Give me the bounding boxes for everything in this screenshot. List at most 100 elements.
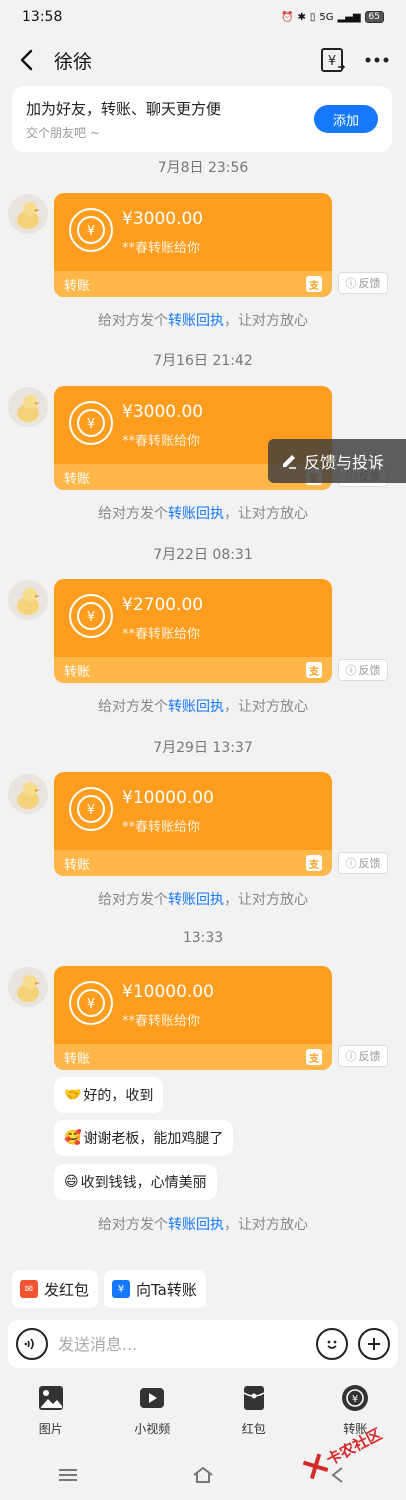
receipt-link[interactable]: 转账回执 bbox=[168, 699, 224, 715]
receipt-suffix: ，让对方放心 bbox=[224, 1217, 308, 1233]
red-packet-tool-button[interactable]: 红包 bbox=[214, 1384, 294, 1450]
more-icon[interactable] bbox=[362, 45, 392, 75]
info-icon: ⓘ bbox=[345, 1050, 357, 1063]
battery-icon: 65 bbox=[364, 11, 384, 23]
receipt-hint: 给对方发个转账回执，让对方放心 bbox=[0, 310, 406, 330]
feedback-complaint-button[interactable]: 反馈与投诉 bbox=[268, 439, 406, 483]
alarm-icon: ⏰ bbox=[280, 11, 294, 23]
message-timestamp: 7月22日 08:31 bbox=[153, 547, 253, 563]
photo-label: 图片 bbox=[38, 1422, 63, 1436]
receipt-link[interactable]: 转账回执 bbox=[168, 506, 224, 522]
message-input-bar bbox=[8, 1320, 398, 1368]
transfer-note: **春转账给你 bbox=[122, 434, 201, 449]
image-icon bbox=[37, 1384, 65, 1412]
reply-bubble[interactable]: 🤝 好的，收到 bbox=[54, 1077, 164, 1113]
info-icon: ⓘ bbox=[345, 277, 357, 290]
signal-icon: ▂▄▆ bbox=[337, 11, 361, 23]
chat-header: 徐徐 ¥ bbox=[0, 38, 406, 82]
message-timestamp: 7月29日 13:37 bbox=[153, 740, 253, 756]
svg-text:¥: ¥ bbox=[352, 1394, 358, 1405]
receipt-suffix: ，让对方放心 bbox=[224, 699, 308, 715]
plus-icon[interactable] bbox=[358, 1328, 390, 1360]
receipt-hint: 给对方发个转账回执，让对方放心 bbox=[0, 503, 406, 523]
transfer-card[interactable]: ¥ ¥10000.00 **春转账给你 转账 支 bbox=[54, 772, 332, 876]
info-icon: ⓘ bbox=[345, 857, 357, 870]
back-icon[interactable] bbox=[14, 48, 38, 72]
transfer-icon: ¥ bbox=[112, 1280, 130, 1298]
alipay-icon: 支 bbox=[306, 662, 322, 678]
svg-text:¥: ¥ bbox=[87, 224, 95, 239]
transfer-coin-icon: ¥ bbox=[69, 981, 113, 1025]
transfer-amount: ¥3000.00 bbox=[122, 209, 204, 229]
transfer-card[interactable]: ¥ ¥10000.00 **春转账给你 转账 支 bbox=[54, 966, 332, 1070]
transfer-coin-icon: ¥ bbox=[69, 401, 113, 445]
emoji-icon[interactable] bbox=[316, 1328, 348, 1360]
transfer-coin-icon: ¥ bbox=[69, 594, 113, 638]
receipt-link[interactable]: 转账回执 bbox=[168, 313, 224, 329]
receipt-hint: 给对方发个转账回执，让对方放心 bbox=[0, 696, 406, 716]
red-packet-tool-icon bbox=[240, 1384, 268, 1412]
alipay-icon: 支 bbox=[306, 855, 322, 871]
receipt-prefix: 给对方发个 bbox=[98, 892, 168, 908]
receipt-prefix: 给对方发个 bbox=[98, 699, 168, 715]
feedback-button[interactable]: ⓘ反馈 bbox=[338, 659, 388, 681]
transfer-label: 转账 bbox=[64, 471, 91, 487]
message-timestamp: 13:33 bbox=[182, 930, 224, 946]
red-packet-tool-label: 红包 bbox=[241, 1422, 266, 1436]
send-red-packet-button[interactable]: ✉ 发红包 bbox=[12, 1270, 98, 1308]
avatar[interactable] bbox=[8, 774, 48, 814]
menu-icon[interactable] bbox=[48, 1460, 88, 1490]
transfer-note: **春转账给你 bbox=[122, 627, 201, 642]
transfer-to-ta-button[interactable]: ¥ 向Ta转账 bbox=[104, 1270, 206, 1308]
feedback-button[interactable]: ⓘ反馈 bbox=[338, 1045, 388, 1067]
message-input[interactable] bbox=[48, 1334, 316, 1354]
transfer-card[interactable]: ¥ ¥2700.00 **春转账给你 转账 支 bbox=[54, 579, 332, 683]
page-title: 徐徐 bbox=[54, 50, 93, 73]
svg-text:¥: ¥ bbox=[328, 54, 336, 69]
add-friend-button[interactable]: 添加 bbox=[314, 105, 378, 133]
avatar[interactable] bbox=[8, 194, 48, 234]
transfer-amount: ¥10000.00 bbox=[122, 982, 214, 1002]
transfer-coin-icon: ¥ bbox=[69, 208, 113, 252]
status-bar: 13:58 ⏰ ✱ ▯ 5G ▂▄▆ 65 bbox=[0, 0, 406, 34]
vibrate-icon: ▯ bbox=[309, 11, 316, 23]
add-friend-banner: 加为好友，转账、聊天更方便 交个朋友吧 ~ 添加 bbox=[12, 86, 392, 152]
video-icon bbox=[138, 1384, 166, 1412]
receipt-link[interactable]: 转账回执 bbox=[168, 892, 224, 908]
alipay-icon: 支 bbox=[306, 1049, 322, 1065]
transfer-record-button[interactable]: ¥ bbox=[318, 45, 348, 75]
avatar[interactable] bbox=[8, 967, 48, 1007]
network-label: 5G bbox=[319, 11, 334, 23]
bluetooth-icon: ✱ bbox=[297, 11, 306, 23]
reply-bubble[interactable]: 🥰 谢谢老板，能加鸡腿了 bbox=[54, 1120, 234, 1156]
svg-text:¥: ¥ bbox=[87, 803, 95, 818]
video-button[interactable]: 小视频 bbox=[112, 1384, 192, 1450]
status-time: 13:58 bbox=[22, 9, 63, 25]
receipt-prefix: 给对方发个 bbox=[98, 1217, 168, 1233]
receipt-hint: 给对方发个转账回执，让对方放心 bbox=[0, 1214, 406, 1234]
receipt-link[interactable]: 转账回执 bbox=[168, 1217, 224, 1233]
transfer-amount: ¥3000.00 bbox=[122, 402, 204, 422]
feedback-label: 反馈 bbox=[358, 277, 381, 290]
add-friend-title: 加为好友，转账、聊天更方便 bbox=[26, 99, 222, 118]
watermark-text: 卡农社区 bbox=[323, 1424, 385, 1469]
feedback-label: 反馈 bbox=[358, 1050, 381, 1063]
photo-button[interactable]: 图片 bbox=[11, 1384, 91, 1450]
avatar[interactable] bbox=[8, 387, 48, 427]
receipt-hint: 给对方发个转账回执，让对方放心 bbox=[0, 889, 406, 909]
feedback-label: 反馈 bbox=[358, 664, 381, 677]
transfer-coin-icon: ¥ bbox=[69, 787, 113, 831]
transfer-label: 转账 bbox=[64, 664, 91, 680]
feedback-button[interactable]: ⓘ反馈 bbox=[338, 852, 388, 874]
transfer-note: **春转账给你 bbox=[122, 1014, 201, 1029]
reply-text: 收到钱钱，心情美丽 bbox=[80, 1175, 207, 1191]
avatar[interactable] bbox=[8, 580, 48, 620]
voice-icon[interactable] bbox=[16, 1328, 48, 1360]
transfer-card[interactable]: ¥ ¥3000.00 **春转账给你 转账 支 bbox=[54, 193, 332, 297]
red-packet-label: 发红包 bbox=[44, 1280, 90, 1299]
feedback-button[interactable]: ⓘ反馈 bbox=[338, 272, 388, 294]
feedback-label: 反馈 bbox=[358, 857, 381, 870]
home-icon[interactable] bbox=[183, 1460, 223, 1490]
svg-text:¥: ¥ bbox=[87, 610, 95, 625]
reply-bubble[interactable]: 😄 收到钱钱，心情美丽 bbox=[54, 1164, 217, 1200]
